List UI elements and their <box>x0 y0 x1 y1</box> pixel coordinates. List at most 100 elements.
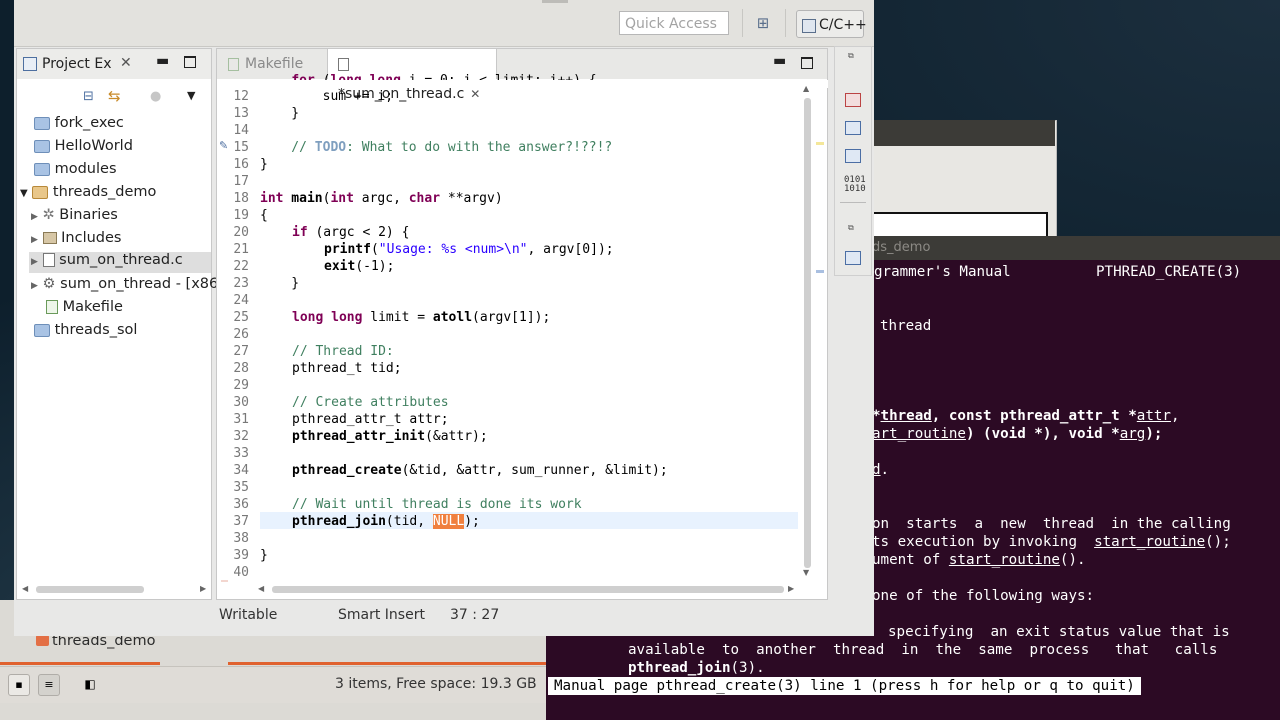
progress-strip-2 <box>228 662 546 665</box>
console-icon[interactable] <box>845 149 861 163</box>
collapse-arrow-icon[interactable]: ▶ <box>31 257 38 267</box>
code-line-12[interactable]: sum += i; <box>260 88 393 105</box>
tree-label: fork_exec <box>54 115 124 131</box>
line-number: 21 <box>233 242 249 257</box>
code-line-20[interactable]: if (argc < 2) { <box>292 224 409 241</box>
scroll-left-icon[interactable]: ◀ <box>22 584 28 593</box>
man-desc-7: pthread_join(3). <box>628 660 765 676</box>
places-icon[interactable]: ▪ <box>8 674 30 696</box>
c-project-icon <box>32 185 49 199</box>
tree-label: threads_sol <box>54 322 138 338</box>
problems-icon[interactable] <box>845 93 861 107</box>
tree-item-modules[interactable]: modules <box>34 161 117 177</box>
open-perspective-icon[interactable]: ⊞ <box>754 14 772 32</box>
tree-label: Binaries <box>59 207 118 223</box>
selected-text: NULL <box>432 514 465 529</box>
tree-item-includes[interactable]: ▶ Includes <box>31 230 121 246</box>
project-folder-icon <box>34 323 50 337</box>
minimize-icon[interactable]: ▬ <box>156 53 169 69</box>
scroll-right-icon[interactable]: ▶ <box>200 584 206 593</box>
project-folder-icon <box>34 162 50 176</box>
tree-label: threads_demo <box>52 184 157 200</box>
tree-item-fork-exec[interactable]: fork_exec <box>34 115 124 131</box>
editor-hscroll[interactable]: ◀ ▶ <box>258 584 798 596</box>
tree-icon[interactable]: ≡ <box>38 674 60 696</box>
vscroll-thumb[interactable] <box>804 98 811 568</box>
tasks-icon[interactable] <box>845 121 861 135</box>
project-explorer-title[interactable]: Project Ex <box>42 56 111 72</box>
maximize-icon[interactable] <box>184 56 196 68</box>
line-number: 13 <box>233 106 249 121</box>
line-number: 32 <box>233 429 249 444</box>
line-number: 33 <box>233 446 249 461</box>
outline-icon[interactable] <box>845 251 861 265</box>
tree-item-sum-on-thread-c[interactable]: ▶ sum_on_thread.c <box>29 252 211 273</box>
scroll-right-icon[interactable]: ▶ <box>788 584 794 593</box>
task-marker-icon[interactable]: ✎ <box>219 139 228 152</box>
collapse-all-icon[interactable]: ⊟ <box>83 89 94 104</box>
man-header-right: PTHREAD_CREATE(3) <box>1096 264 1242 280</box>
code-line-31[interactable]: pthread_attr_t attr; <box>292 411 449 428</box>
code-line-19[interactable]: { <box>260 207 268 224</box>
tree-item-makefile[interactable]: Makefile <box>46 299 123 315</box>
man-header-left: grammer's Manual <box>874 264 1011 280</box>
memory-icon[interactable]: 0101 1010 <box>844 176 866 194</box>
c-perspective-icon <box>802 19 816 33</box>
tree-item-threads-sol[interactable]: threads_sol <box>34 322 137 338</box>
tree-item-threads-demo[interactable]: ▼ threads_demo <box>20 184 156 200</box>
toolbar-separator-2 <box>785 9 786 37</box>
restore-icon-2[interactable]: ⧉ <box>848 223 854 233</box>
quick-access-input[interactable]: Quick Access <box>619 11 729 35</box>
overview-marker-2 <box>816 270 824 273</box>
line-number: 28 <box>233 361 249 376</box>
editor-vscroll[interactable]: ▲ ▼ <box>802 84 814 580</box>
scroll-down-icon[interactable]: ▼ <box>803 568 809 577</box>
code-line-22[interactable]: exit(-1); <box>324 258 394 275</box>
code-line-21[interactable]: printf("Usage: %s <num>\n", argv[0]); <box>324 241 614 258</box>
perspective-button[interactable]: C/C++ <box>796 10 867 38</box>
code-line-25[interactable]: long long limit = atoll(argv[1]); <box>292 309 550 326</box>
code-line-18[interactable]: int main(int argc, char **argv) <box>260 190 503 207</box>
scroll-up-icon[interactable]: ▲ <box>803 84 809 93</box>
line-number: 17 <box>233 174 249 189</box>
close-icon[interactable]: ✕ <box>120 55 132 71</box>
code-line-15[interactable]: // TODO: What to do with the answer?!??!… <box>260 139 612 156</box>
link-with-editor-icon[interactable]: ⇆ <box>108 87 121 105</box>
code-line-37[interactable]: pthread_join(tid, NULL); <box>292 513 480 530</box>
code-line-16[interactable]: } <box>260 156 268 173</box>
close-tab-icon[interactable]: ✕ <box>470 87 480 101</box>
code-line-32[interactable]: pthread_attr_init(&attr); <box>292 428 488 445</box>
collapse-arrow-icon[interactable]: ▶ <box>31 235 38 245</box>
background-window-titlebar <box>855 120 1055 146</box>
man-desc-1: on starts a new thread in the calling <box>872 516 1231 532</box>
expand-arrow-icon[interactable]: ▼ <box>20 188 28 199</box>
code-line-36[interactable]: // Wait until thread is done its work <box>292 496 582 513</box>
line-number: 34 <box>233 463 249 478</box>
tree-item-binary[interactable]: ▶ ⚙ sum_on_thread - [x86_ <box>31 276 226 292</box>
code-line-27[interactable]: // Thread ID: <box>292 343 394 360</box>
scroll-left-icon[interactable]: ◀ <box>258 584 264 593</box>
tree-item-helloworld[interactable]: HelloWorld <box>34 138 133 154</box>
code-line-23[interactable]: } <box>260 275 299 292</box>
code-line-13[interactable]: } <box>260 105 299 122</box>
sidebar-toggle-icon[interactable]: ◧ <box>80 674 100 694</box>
code-line-39[interactable]: } <box>260 547 268 564</box>
line-number: 36 <box>233 497 249 512</box>
scroll-thumb[interactable] <box>36 586 144 593</box>
tree-item-binaries[interactable]: ▶ ✲ Binaries <box>31 207 118 223</box>
collapse-arrow-icon[interactable]: ▶ <box>31 212 38 222</box>
restore-icon[interactable]: ⧉ <box>848 51 854 61</box>
code-line-30[interactable]: // Create attributes <box>292 394 449 411</box>
editor-maximize-icon[interactable] <box>801 57 813 69</box>
line-number: 27 <box>233 344 249 359</box>
editor-minimize-icon[interactable]: ▬ <box>773 53 786 69</box>
hscroll-thumb[interactable] <box>272 586 784 593</box>
code-line-34[interactable]: pthread_create(&tid, &attr, sum_runner, … <box>292 462 668 479</box>
code-line-28[interactable]: pthread_t tid; <box>292 360 402 377</box>
view-menu-icon[interactable]: ▼ <box>187 89 195 102</box>
collapse-arrow-icon[interactable]: ▶ <box>31 281 38 291</box>
project-explorer-hscroll[interactable]: ◀ ▶ <box>22 584 208 596</box>
right-trim-bar: ⧉ 0101 1010 ⧉ <box>834 46 872 276</box>
line-number: 24 <box>233 293 249 308</box>
line-number: 12 <box>233 89 249 104</box>
